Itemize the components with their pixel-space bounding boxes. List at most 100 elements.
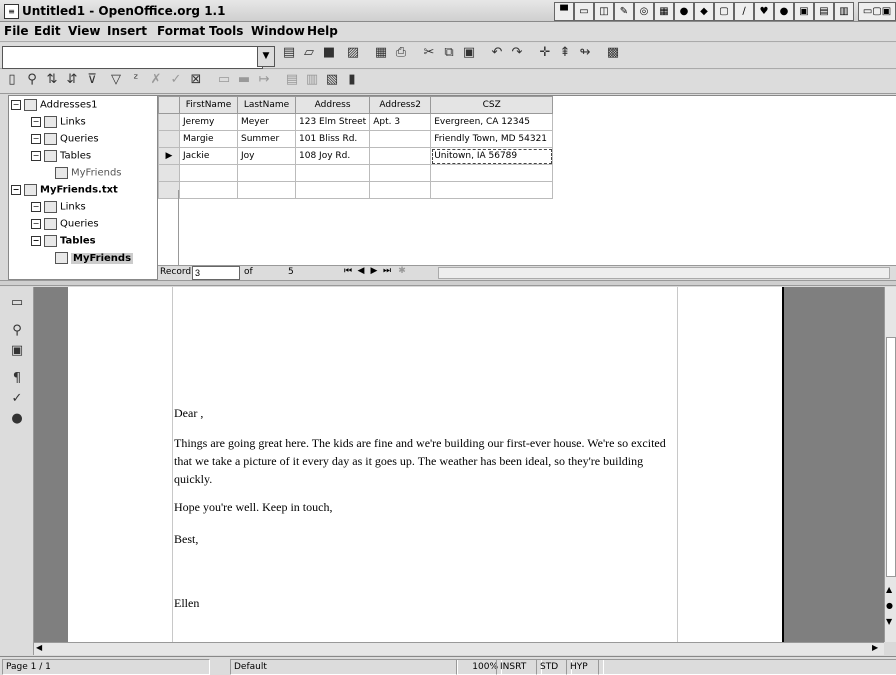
letter-signature[interactable]: Ellen (174, 594, 680, 612)
url-input[interactable] (2, 46, 263, 69)
vertical-scrollbar[interactable]: ▲ ● ▼ (884, 287, 896, 642)
form-icon[interactable]: ▥ (302, 70, 322, 90)
find-replace-icon[interactable]: ⚲ (7, 321, 27, 341)
remove-filter-icon[interactable]: ᶻ (126, 70, 146, 90)
table-icon[interactable]: ▤ (282, 70, 302, 90)
cell-csz[interactable] (430, 164, 554, 182)
tray-icon-14[interactable]: ▥ (834, 2, 854, 21)
cell-lastname[interactable]: Summer (237, 130, 296, 148)
column-header-lastname[interactable]: LastName (237, 96, 296, 114)
text-frame-icon[interactable]: ▣ (7, 341, 27, 361)
scrollbar-thumb[interactable] (886, 337, 896, 577)
grid-horizontal-scrollbar[interactable] (438, 267, 890, 279)
collapse-icon[interactable]: − (11, 185, 21, 195)
menu-help[interactable]: Help (307, 24, 338, 38)
scroll-right-icon[interactable]: ▶ (872, 643, 878, 652)
spellcheck-icon[interactable]: ✓ (7, 389, 27, 409)
source-icon[interactable]: ↦ (254, 70, 274, 90)
paste-icon[interactable]: ▣ (459, 43, 479, 63)
url-dropdown-button[interactable]: ▼ (257, 46, 275, 67)
collapse-icon[interactable]: − (31, 219, 41, 229)
cell-csz[interactable]: Evergreen, CA 12345 (430, 113, 554, 131)
page-style[interactable]: Default (230, 659, 458, 675)
collapse-icon[interactable]: − (31, 202, 41, 212)
letter-greeting[interactable]: Dear , (174, 404, 680, 422)
new-record-icon[interactable]: ✱ (396, 266, 408, 276)
tray-icon-8[interactable]: ▢ (714, 2, 734, 21)
cell-address2[interactable]: Apt. 3 (369, 113, 432, 131)
tree-node-myfriends-txt[interactable]: − MyFriends.txt (11, 184, 118, 196)
row-header[interactable] (158, 164, 180, 182)
tree-node-links[interactable]: − Links (31, 116, 86, 128)
cell-lastname[interactable]: Meyer (237, 113, 296, 131)
cell-address[interactable]: 101 Bliss Rd. (294, 130, 371, 148)
edit-doc-icon[interactable]: ▨ (343, 43, 363, 63)
menu-insert[interactable]: Insert (107, 24, 147, 38)
tray-icon-1[interactable]: ▭ (574, 2, 594, 21)
cell-firstname[interactable] (179, 181, 238, 199)
record-number-input[interactable] (192, 266, 240, 280)
tray-icon-9[interactable]: ∕ (734, 2, 754, 21)
tree-node-queries-2[interactable]: − Queries (31, 218, 99, 230)
shade-icon[interactable]: ▀ (554, 2, 574, 21)
cell-firstname[interactable]: Jackie (179, 147, 238, 165)
row-header[interactable] (158, 181, 180, 199)
cell-lastname[interactable]: Joy (237, 147, 296, 165)
tray-icon-10[interactable]: ♥ (754, 2, 774, 21)
tree-node-links-2[interactable]: − Links (31, 201, 86, 213)
first-record-icon[interactable]: ⏮ (342, 266, 354, 276)
scroll-left-icon[interactable]: ◀ (36, 643, 42, 652)
collapse-icon[interactable]: − (31, 117, 41, 127)
cell-address2[interactable] (369, 164, 432, 182)
copy-icon[interactable]: ⧉ (439, 43, 459, 63)
sort-ascending-icon[interactable]: ⇅ (42, 70, 62, 90)
data-to-fields-icon[interactable]: ▭ (214, 70, 234, 90)
column-header-address2[interactable]: Address2 (369, 96, 432, 114)
cell-csz[interactable] (430, 181, 554, 199)
letter-paragraph[interactable]: Hope you're well. Keep in touch, (174, 498, 680, 516)
explorer-icon[interactable]: ▯ (2, 70, 22, 90)
tray-icon-13[interactable]: ▤ (814, 2, 834, 21)
cell-address[interactable] (294, 164, 371, 182)
menu-view[interactable]: View (68, 24, 100, 38)
column-header-address[interactable]: Address (294, 96, 371, 114)
tray-icon-4[interactable]: ◎ (634, 2, 654, 21)
collapse-icon[interactable]: − (31, 236, 41, 246)
tree-node-tables-2[interactable]: − Tables (31, 235, 96, 247)
app-menu-icon[interactable]: ≡ (4, 4, 19, 19)
data-to-text-icon[interactable]: ⊠ (186, 70, 206, 90)
cell-address[interactable]: 123 Elm Street (294, 113, 371, 131)
navigator-icon[interactable]: ✛ (535, 43, 555, 63)
last-record-icon[interactable]: ⏭ (381, 266, 393, 276)
tree-node-myfriends-table[interactable]: MyFriends (55, 167, 122, 179)
insert-icon[interactable]: ▭ (7, 293, 27, 313)
previous-record-icon[interactable]: ◀ (355, 266, 367, 276)
open-icon[interactable]: ▱ (299, 43, 319, 63)
cell-firstname[interactable]: Jeremy (179, 113, 238, 131)
navigation-icon[interactable]: ● (886, 601, 896, 610)
letter-paragraph[interactable]: Things are going great here. The kids ar… (174, 434, 680, 488)
tray-icon-6[interactable]: ● (674, 2, 694, 21)
window-controls-icon[interactable]: ▭▢▣ (858, 2, 896, 21)
tray-icon-2[interactable]: ◫ (594, 2, 614, 21)
next-page-icon[interactable]: ▼ (886, 617, 896, 626)
stylist-icon[interactable]: ⇞ (555, 43, 575, 63)
cut-icon[interactable]: ✂ (419, 43, 439, 63)
menu-window[interactable]: Window (251, 24, 305, 38)
cell-address2[interactable] (369, 147, 432, 165)
beamer-splitter[interactable] (0, 280, 896, 286)
tree-node-myfriends-selected[interactable]: MyFriends (55, 252, 134, 264)
collapse-icon[interactable]: − (31, 134, 41, 144)
nonprinting-chars-icon[interactable]: ¶ (7, 369, 27, 389)
tray-icon-12[interactable]: ▣ (794, 2, 814, 21)
edit-file-icon[interactable]: ▤ (279, 43, 299, 63)
collapse-icon[interactable]: − (11, 100, 21, 110)
column-header-csz[interactable]: CSZ (430, 96, 554, 114)
tray-icon-5[interactable]: ▦ (654, 2, 674, 21)
previous-page-icon[interactable]: ▲ (886, 585, 896, 594)
tray-icon-11[interactable]: ● (774, 2, 794, 21)
tree-node-addresses1[interactable]: − Addresses1 (11, 99, 98, 111)
cell-firstname[interactable] (179, 164, 238, 182)
redo-icon[interactable]: ↷ (507, 43, 527, 63)
tree-node-tables[interactable]: − Tables (31, 150, 91, 162)
